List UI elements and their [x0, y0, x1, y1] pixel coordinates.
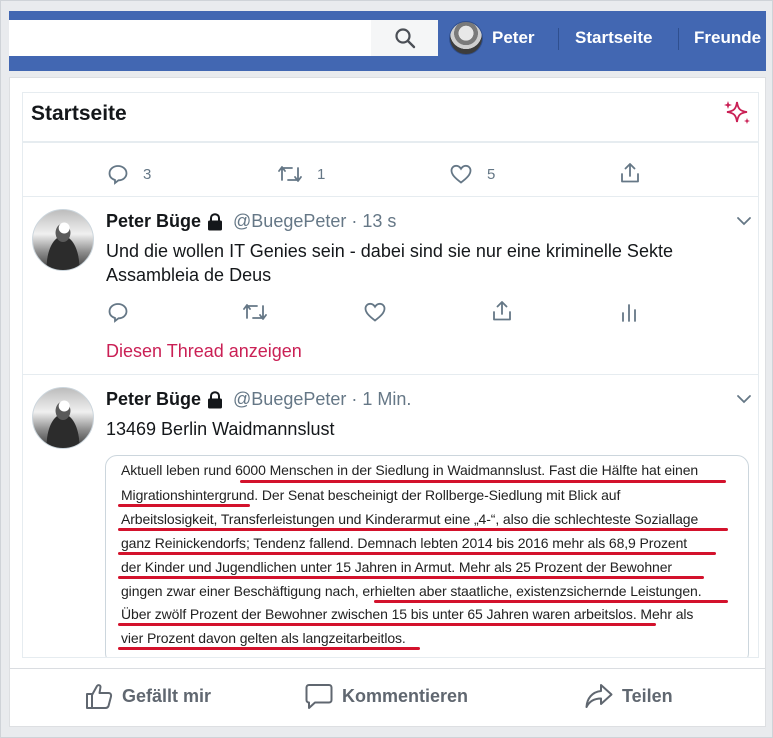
reply-icon: [108, 165, 128, 185]
reply-icon: [108, 303, 128, 323]
search-button[interactable]: [371, 20, 438, 56]
nav-profile-link[interactable]: Peter: [449, 20, 535, 56]
analytics-icon: [622, 304, 636, 322]
lock-icon: [208, 212, 223, 230]
comment-button[interactable]: Kommentieren: [304, 681, 468, 711]
timeline-header: Startseite: [23, 93, 758, 143]
tweet-text: 13469 Berlin Waidmannslust: [106, 417, 726, 441]
document-line: der Kinder und Jugendlichen unter 15 Jah…: [121, 559, 672, 575]
red-underline: [118, 504, 250, 507]
chevron-down-icon[interactable]: [736, 393, 752, 405]
tweet-timestamp[interactable]: · 13 s: [351, 211, 396, 232]
retweet-icon: [243, 304, 267, 320]
comment-button-label: Kommentieren: [342, 685, 469, 706]
nav-divider: [558, 28, 559, 50]
tweet-text-line: Assambleia de Deus: [106, 265, 272, 285]
lock-icon: [208, 390, 223, 408]
tweet-avatar[interactable]: [32, 387, 94, 449]
post-frame: Peter Startseite Freunde Startseite 3 1 …: [0, 0, 773, 738]
nav-link-freunde[interactable]: Freunde: [694, 20, 761, 56]
red-underline: [374, 600, 728, 603]
red-underline: [118, 623, 656, 626]
like-count: 5: [487, 165, 496, 183]
share-action[interactable]: [491, 299, 513, 323]
share-button[interactable]: Teilen: [584, 681, 673, 711]
red-underline: [118, 576, 704, 579]
tweet-screenshot: Startseite 3 1 5 Peter Büge @BuegePeter …: [22, 92, 759, 658]
share-arrow-icon: [585, 684, 613, 708]
share-icon: [493, 301, 511, 321]
like-button[interactable]: Gefällt mir: [84, 681, 211, 711]
tweet-author-name[interactable]: Peter Büge: [106, 211, 201, 232]
thumbs-up-icon: [86, 684, 113, 709]
tweet-attached-image[interactable]: Aktuell leben rund 6000 Menschen in der …: [105, 455, 749, 657]
like-button-label: Gefällt mir: [122, 685, 212, 706]
red-underline: [240, 480, 726, 483]
like-action[interactable]: [363, 301, 387, 323]
red-underline: [118, 528, 728, 531]
chevron-down-icon[interactable]: [736, 215, 752, 227]
tweet-text-line: 13469 Berlin Waidmannslust: [106, 419, 335, 439]
document-line: vier Prozent davon gelten als langzeitar…: [121, 630, 406, 646]
profile-name: Peter: [492, 28, 535, 47]
share-action[interactable]: [619, 161, 641, 185]
retweet-action[interactable]: [242, 301, 268, 323]
like-action[interactable]: 5: [449, 163, 495, 185]
nav-divider: [678, 28, 679, 50]
document-line: gingen zwar einer Beschäftigung nach, er…: [121, 583, 702, 599]
reply-count: 3: [143, 165, 152, 183]
comment-icon: [305, 684, 333, 709]
reply-action[interactable]: [107, 301, 129, 323]
tweet-author-handle[interactable]: @BuegePeter: [233, 211, 346, 232]
retweet-icon: [278, 166, 302, 182]
timeline-title: Startseite: [31, 102, 127, 125]
share-button-label: Teilen: [622, 685, 673, 706]
retweet-count: 1: [317, 165, 326, 183]
tweet-author-line: Peter Büge @BuegePeter · 1 Min.: [106, 389, 411, 410]
tweet-author-name[interactable]: Peter Büge: [106, 389, 201, 410]
show-thread-link[interactable]: Diesen Thread anzeigen: [106, 341, 302, 362]
document-line: Arbeitslosigkeit, Transferleistungen und…: [121, 511, 699, 527]
tweet-text-line: Und die wollen IT Genies sein - dabei si…: [106, 241, 673, 261]
post-card: Startseite 3 1 5 Peter Büge @BuegePeter …: [9, 77, 766, 727]
tweet-separator: [23, 196, 758, 197]
tweet-avatar[interactable]: [32, 209, 94, 271]
document-line: ganz Reinickendorfs; Tendenz fallend. De…: [121, 535, 688, 551]
top-navigation-bar: Peter Startseite Freunde: [9, 11, 766, 71]
document-line: Migrationshintergrund. Der Senat beschei…: [121, 487, 621, 503]
post-action-bar: Gefällt mir Kommentieren Teilen: [10, 668, 765, 726]
search-input[interactable]: [9, 20, 371, 56]
tweet-author-line: Peter Büge @BuegePeter · 13 s: [106, 211, 396, 232]
nav-link-startseite[interactable]: Startseite: [575, 20, 652, 56]
heart-icon: [364, 302, 386, 322]
document-line: Aktuell leben rund 6000 Menschen in der …: [121, 462, 699, 478]
red-underline: [118, 647, 420, 650]
red-underline: [118, 552, 716, 555]
analytics-action[interactable]: [620, 301, 638, 323]
tweet-timestamp[interactable]: · 1 Min.: [351, 389, 411, 410]
reply-action[interactable]: 3: [107, 163, 151, 185]
heart-icon: [450, 164, 472, 184]
sparkle-icon[interactable]: [722, 99, 752, 129]
tweet-text: Und die wollen IT Genies sein - dabei si…: [106, 239, 726, 287]
retweet-action[interactable]: 1: [277, 163, 325, 185]
tweet-separator: [23, 374, 758, 375]
share-icon: [621, 163, 639, 183]
document-line: Über zwölf Prozent der Bewohner zwischen…: [121, 606, 694, 622]
profile-avatar: [449, 21, 483, 55]
search-icon: [394, 28, 415, 49]
tweet-author-handle[interactable]: @BuegePeter: [233, 389, 346, 410]
